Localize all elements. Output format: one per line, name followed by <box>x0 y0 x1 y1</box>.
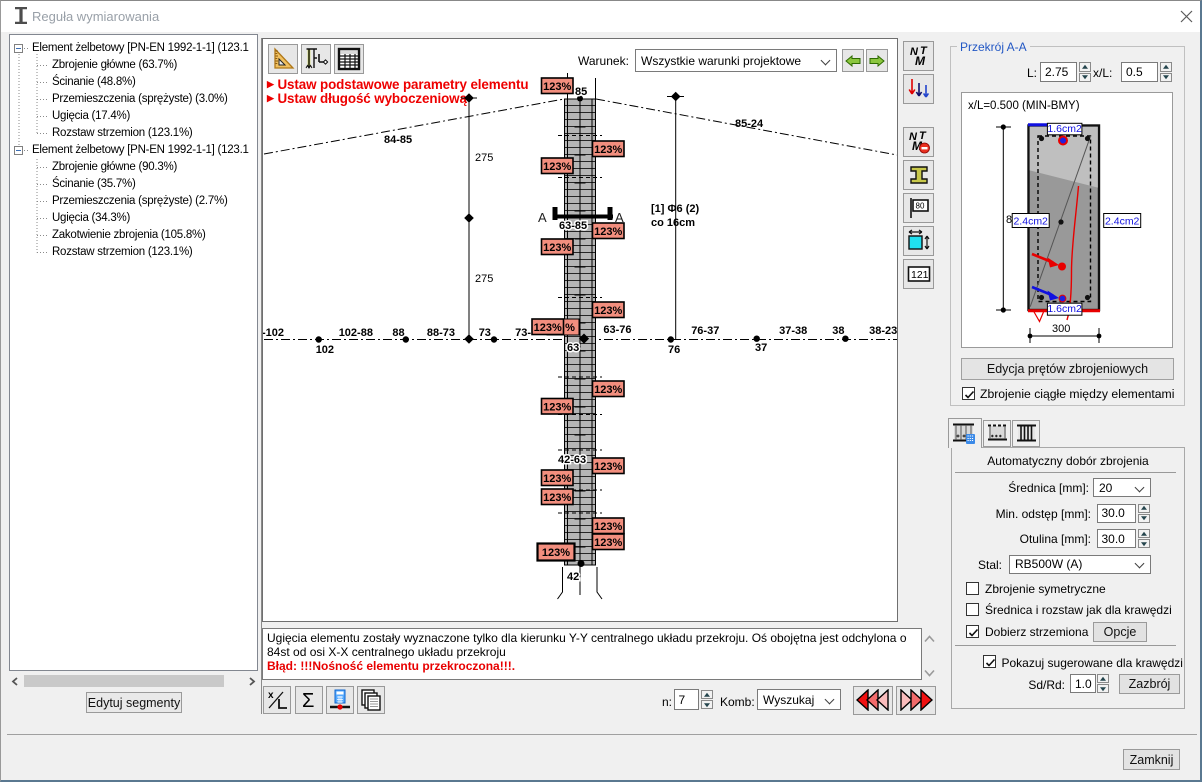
svg-text:63: 63 <box>567 342 579 354</box>
svg-text:123%: 123% <box>594 226 622 238</box>
svg-text:37-38: 37-38 <box>779 325 807 337</box>
svg-text:A: A <box>538 210 547 225</box>
svg-text:1.6cm2: 1.6cm2 <box>1047 303 1082 315</box>
svg-text:123%: 123% <box>594 144 622 156</box>
svg-text:121: 121 <box>911 269 929 281</box>
svg-text:co 16cm: co 16cm <box>651 217 695 229</box>
svg-text:88-73: 88-73 <box>427 327 455 339</box>
svg-text:123%: 123% <box>543 401 571 413</box>
svg-text:102: 102 <box>316 344 334 356</box>
svg-text:63-76: 63-76 <box>603 324 631 336</box>
svg-text:42-63: 42-63 <box>558 454 586 466</box>
svg-text:123%: 123% <box>542 547 570 559</box>
svg-text:85-24: 85-24 <box>735 118 764 130</box>
svg-text:63-85: 63-85 <box>559 220 587 232</box>
svg-text:123%: 123% <box>594 305 622 317</box>
svg-text:2.4cm2: 2.4cm2 <box>1013 216 1048 228</box>
svg-text:123%: 123% <box>543 242 571 254</box>
svg-text:275: 275 <box>475 273 493 285</box>
svg-text:73: 73 <box>479 327 491 339</box>
svg-text:1.6cm2: 1.6cm2 <box>1047 123 1082 135</box>
svg-text:Σ: Σ <box>302 690 314 711</box>
svg-text:88: 88 <box>392 327 404 339</box>
svg-text:76-37: 76-37 <box>691 325 719 337</box>
svg-text:M: M <box>915 54 926 68</box>
svg-text:-102: -102 <box>263 327 284 339</box>
svg-text:38-23: 38-23 <box>869 325 897 337</box>
svg-text:38: 38 <box>832 325 844 337</box>
svg-text:84-85: 84-85 <box>384 134 412 146</box>
svg-text:275: 275 <box>475 152 493 164</box>
svg-text:x/L=0.500 (MIN-BMY): x/L=0.500 (MIN-BMY) <box>968 100 1080 112</box>
svg-text:80: 80 <box>915 202 924 211</box>
svg-text:123%: 123% <box>543 492 571 504</box>
svg-text:85: 85 <box>575 86 587 98</box>
svg-text:123%: 123% <box>543 81 571 93</box>
svg-text:300: 300 <box>1052 323 1070 335</box>
svg-text:76: 76 <box>668 344 680 356</box>
svg-text:123%: 123% <box>543 161 571 173</box>
svg-text:123%: 123% <box>594 384 622 396</box>
svg-text:123%: 123% <box>543 473 571 485</box>
svg-text:x: x <box>268 690 274 701</box>
svg-text:[1] Φ6 (2): [1] Φ6 (2) <box>651 203 699 215</box>
svg-text:123%: 123% <box>594 461 622 473</box>
svg-text:123%: 123% <box>594 521 622 533</box>
svg-text:123%: 123% <box>594 537 622 549</box>
svg-text:2.4cm2: 2.4cm2 <box>1105 216 1140 228</box>
svg-text:37: 37 <box>755 342 767 354</box>
svg-text:%: % <box>565 322 575 334</box>
svg-text:42: 42 <box>567 571 579 583</box>
svg-text:73-: 73- <box>515 327 531 339</box>
svg-text:102-88: 102-88 <box>339 327 373 339</box>
svg-text:123%: 123% <box>534 322 562 334</box>
